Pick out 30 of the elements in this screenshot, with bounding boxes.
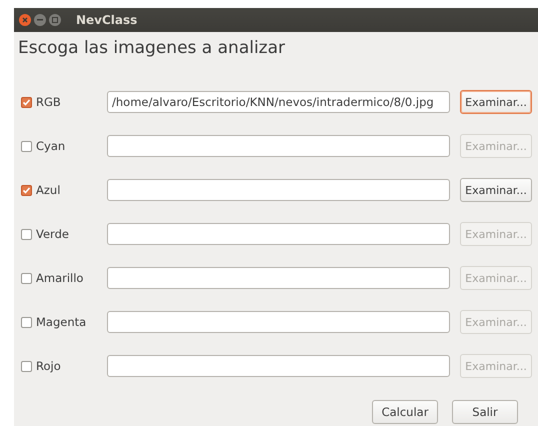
checkbox-label: Verde [36, 227, 69, 241]
checkbox[interactable] [21, 184, 32, 196]
path-field[interactable] [107, 311, 450, 333]
path-field[interactable] [107, 223, 450, 245]
checkbox[interactable] [21, 316, 32, 328]
window-title: NevClass [76, 13, 138, 27]
path-field[interactable] [107, 267, 450, 289]
checkbox-label: Amarillo [36, 271, 84, 285]
path-field[interactable] [107, 135, 450, 157]
browse-button[interactable]: Examinar... [460, 90, 532, 114]
heading: Escoga las imagenes a analizar [18, 38, 286, 58]
checkbox-label: Magenta [36, 315, 86, 329]
minimize-icon[interactable] [34, 14, 46, 26]
path-field[interactable] [107, 355, 450, 377]
checkbox[interactable] [21, 96, 32, 108]
checkbox[interactable] [21, 360, 32, 372]
checkbox-label: Azul [36, 183, 60, 197]
checkbox-label: Cyan [36, 139, 66, 153]
browse-button[interactable]: Examinar... [460, 178, 532, 202]
checkbox[interactable] [21, 228, 32, 240]
checkbox[interactable] [21, 272, 32, 284]
calculate-button[interactable]: Calcular [372, 400, 438, 424]
path-field[interactable]: /home/alvaro/Escritorio/KNN/nevos/intradermico/8/0.jpg [107, 91, 450, 113]
exit-button[interactable]: Salir [452, 400, 518, 424]
checkbox[interactable] [21, 140, 32, 152]
checkbox-label: RGB [36, 95, 61, 109]
checkbox-label: Rojo [36, 359, 61, 373]
path-field[interactable] [107, 179, 450, 201]
close-icon[interactable] [19, 14, 31, 26]
maximize-icon[interactable] [49, 14, 61, 26]
